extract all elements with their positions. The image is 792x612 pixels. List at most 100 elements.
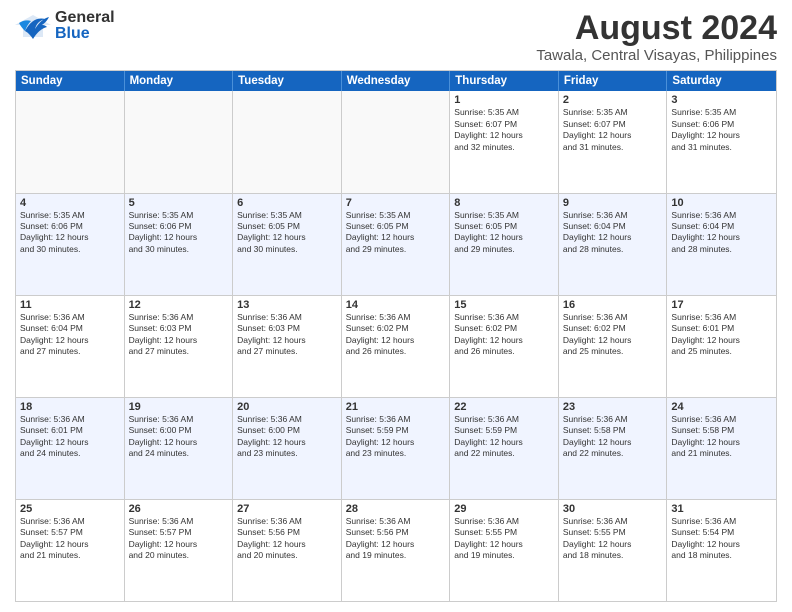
day-info: Sunrise: 5:35 AM Sunset: 6:06 PM Dayligh… [671, 107, 772, 153]
calendar: SundayMondayTuesdayWednesdayThursdayFrid… [15, 70, 777, 602]
day-number: 2 [563, 94, 663, 106]
logo-icon [15, 11, 51, 41]
day-cell-28: 28Sunrise: 5:36 AM Sunset: 5:56 PM Dayli… [342, 500, 451, 601]
day-info: Sunrise: 5:36 AM Sunset: 5:59 PM Dayligh… [454, 414, 554, 460]
calendar-header: SundayMondayTuesdayWednesdayThursdayFrid… [16, 71, 776, 91]
day-number: 9 [563, 197, 663, 209]
day-cell-27: 27Sunrise: 5:36 AM Sunset: 5:56 PM Dayli… [233, 500, 342, 601]
day-cell-1: 1Sunrise: 5:35 AM Sunset: 6:07 PM Daylig… [450, 91, 559, 192]
day-number: 30 [563, 503, 663, 515]
day-number: 25 [20, 503, 120, 515]
calendar-row-4: 18Sunrise: 5:36 AM Sunset: 6:01 PM Dayli… [16, 398, 776, 500]
day-number: 26 [129, 503, 229, 515]
day-info: Sunrise: 5:36 AM Sunset: 5:55 PM Dayligh… [563, 516, 663, 562]
day-info: Sunrise: 5:36 AM Sunset: 6:04 PM Dayligh… [671, 210, 772, 256]
day-cell-17: 17Sunrise: 5:36 AM Sunset: 6:01 PM Dayli… [667, 296, 776, 397]
day-info: Sunrise: 5:36 AM Sunset: 6:02 PM Dayligh… [454, 312, 554, 358]
day-cell-7: 7Sunrise: 5:35 AM Sunset: 6:05 PM Daylig… [342, 194, 451, 295]
day-cell-6: 6Sunrise: 5:35 AM Sunset: 6:05 PM Daylig… [233, 194, 342, 295]
empty-cell [342, 91, 451, 192]
day-cell-18: 18Sunrise: 5:36 AM Sunset: 6:01 PM Dayli… [16, 398, 125, 499]
page-subtitle: Tawala, Central Visayas, Philippines [536, 47, 777, 64]
day-cell-8: 8Sunrise: 5:35 AM Sunset: 6:05 PM Daylig… [450, 194, 559, 295]
calendar-row-2: 4Sunrise: 5:35 AM Sunset: 6:06 PM Daylig… [16, 194, 776, 296]
day-cell-31: 31Sunrise: 5:36 AM Sunset: 5:54 PM Dayli… [667, 500, 776, 601]
day-info: Sunrise: 5:36 AM Sunset: 6:04 PM Dayligh… [563, 210, 663, 256]
day-cell-3: 3Sunrise: 5:35 AM Sunset: 6:06 PM Daylig… [667, 91, 776, 192]
calendar-row-3: 11Sunrise: 5:36 AM Sunset: 6:04 PM Dayli… [16, 296, 776, 398]
day-cell-11: 11Sunrise: 5:36 AM Sunset: 6:04 PM Dayli… [16, 296, 125, 397]
day-number: 20 [237, 401, 337, 413]
header-day-sunday: Sunday [16, 71, 125, 91]
day-cell-9: 9Sunrise: 5:36 AM Sunset: 6:04 PM Daylig… [559, 194, 668, 295]
day-info: Sunrise: 5:36 AM Sunset: 6:03 PM Dayligh… [129, 312, 229, 358]
day-cell-23: 23Sunrise: 5:36 AM Sunset: 5:58 PM Dayli… [559, 398, 668, 499]
day-number: 13 [237, 299, 337, 311]
day-info: Sunrise: 5:36 AM Sunset: 5:57 PM Dayligh… [129, 516, 229, 562]
day-cell-20: 20Sunrise: 5:36 AM Sunset: 6:00 PM Dayli… [233, 398, 342, 499]
day-info: Sunrise: 5:35 AM Sunset: 6:05 PM Dayligh… [237, 210, 337, 256]
logo-name: General Blue [55, 10, 115, 42]
day-cell-15: 15Sunrise: 5:36 AM Sunset: 6:02 PM Dayli… [450, 296, 559, 397]
day-info: Sunrise: 5:36 AM Sunset: 5:56 PM Dayligh… [237, 516, 337, 562]
logo-blue-text: Blue [55, 26, 115, 42]
day-cell-19: 19Sunrise: 5:36 AM Sunset: 6:00 PM Dayli… [125, 398, 234, 499]
day-number: 22 [454, 401, 554, 413]
day-info: Sunrise: 5:35 AM Sunset: 6:05 PM Dayligh… [346, 210, 446, 256]
day-number: 19 [129, 401, 229, 413]
day-number: 23 [563, 401, 663, 413]
header-day-tuesday: Tuesday [233, 71, 342, 91]
day-cell-25: 25Sunrise: 5:36 AM Sunset: 5:57 PM Dayli… [16, 500, 125, 601]
header-day-monday: Monday [125, 71, 234, 91]
day-number: 15 [454, 299, 554, 311]
calendar-row-1: 1Sunrise: 5:35 AM Sunset: 6:07 PM Daylig… [16, 91, 776, 193]
day-info: Sunrise: 5:35 AM Sunset: 6:06 PM Dayligh… [20, 210, 120, 256]
day-cell-26: 26Sunrise: 5:36 AM Sunset: 5:57 PM Dayli… [125, 500, 234, 601]
day-info: Sunrise: 5:36 AM Sunset: 5:58 PM Dayligh… [563, 414, 663, 460]
day-info: Sunrise: 5:36 AM Sunset: 6:02 PM Dayligh… [346, 312, 446, 358]
page-title: August 2024 [536, 10, 777, 47]
day-cell-14: 14Sunrise: 5:36 AM Sunset: 6:02 PM Dayli… [342, 296, 451, 397]
day-cell-30: 30Sunrise: 5:36 AM Sunset: 5:55 PM Dayli… [559, 500, 668, 601]
calendar-row-5: 25 Sunrise: 5:36 AM Sunset: 5:57 PM Dayli… [16, 500, 776, 601]
header-day-friday: Friday [559, 71, 668, 91]
day-info: Sunrise: 5:36 AM Sunset: 5:55 PM Dayligh… [454, 516, 554, 562]
empty-cell [16, 91, 125, 192]
day-cell-4: 4Sunrise: 5:35 AM Sunset: 6:06 PM Daylig… [16, 194, 125, 295]
day-cell-24: 24Sunrise: 5:36 AM Sunset: 5:58 PM Dayli… [667, 398, 776, 499]
day-number: 24 [671, 401, 772, 413]
day-number: 27 [237, 503, 337, 515]
day-info: Sunrise: 5:36 AM Sunset: 6:04 PM Dayligh… [20, 312, 120, 358]
logo: General Blue [15, 10, 115, 42]
calendar-body: 1Sunrise: 5:35 AM Sunset: 6:07 PM Daylig… [16, 91, 776, 601]
day-number: 10 [671, 197, 772, 209]
day-number: 31 [671, 503, 772, 515]
day-number: 29 [454, 503, 554, 515]
day-info: Sunrise: 5:35 AM Sunset: 6:06 PM Dayligh… [129, 210, 229, 256]
day-number: 16 [563, 299, 663, 311]
day-number: 6 [237, 197, 337, 209]
logo-general-text: General [55, 10, 115, 26]
day-number: 1 [454, 94, 554, 106]
day-number: 5 [129, 197, 229, 209]
day-cell-10: 10Sunrise: 5:36 AM Sunset: 6:04 PM Dayli… [667, 194, 776, 295]
header: General Blue August 2024 Tawala, Central… [15, 10, 777, 64]
day-number: 18 [20, 401, 120, 413]
day-info: Sunrise: 5:36 AM Sunset: 6:01 PM Dayligh… [671, 312, 772, 358]
day-number: 21 [346, 401, 446, 413]
day-info: Sunrise: 5:36 AM Sunset: 5:56 PM Dayligh… [346, 516, 446, 562]
day-info: Sunrise: 5:36 AM Sunset: 5:58 PM Dayligh… [671, 414, 772, 460]
empty-cell [125, 91, 234, 192]
day-number: 3 [671, 94, 772, 106]
day-info: Sunrise: 5:36 AM Sunset: 5:54 PM Dayligh… [671, 516, 772, 562]
day-info: Sunrise: 5:36 AM Sunset: 6:00 PM Dayligh… [237, 414, 337, 460]
day-cell-5: 5Sunrise: 5:35 AM Sunset: 6:06 PM Daylig… [125, 194, 234, 295]
header-day-saturday: Saturday [667, 71, 776, 91]
day-info: Sunrise: 5:35 AM Sunset: 6:07 PM Dayligh… [563, 107, 663, 153]
header-day-wednesday: Wednesday [342, 71, 451, 91]
day-number: 12 [129, 299, 229, 311]
day-number: 11 [20, 299, 120, 311]
day-info: Sunrise: 5:35 AM Sunset: 6:07 PM Dayligh… [454, 107, 554, 153]
day-number: 14 [346, 299, 446, 311]
empty-cell [233, 91, 342, 192]
